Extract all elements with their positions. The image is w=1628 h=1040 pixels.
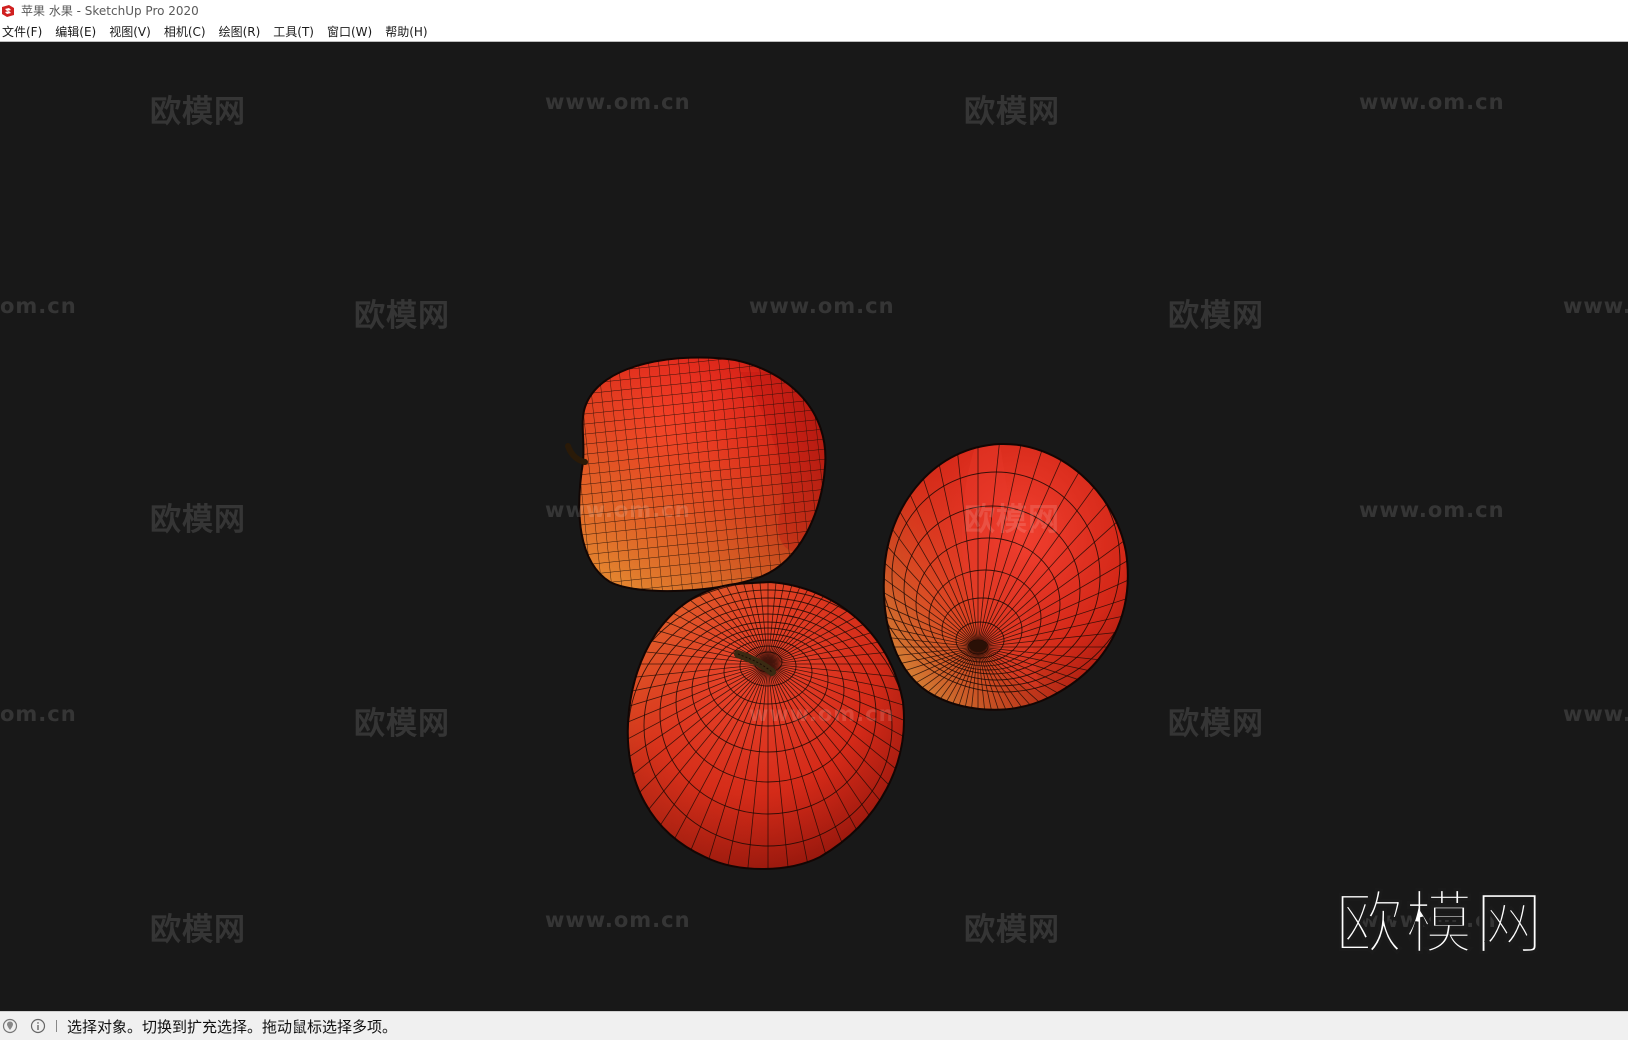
status-text: 选择对象。切换到扩充选择。拖动鼠标选择多项。 <box>67 1017 398 1036</box>
menu-help[interactable]: 帮助(H) <box>383 23 434 40</box>
menu-window[interactable]: 窗口(W) <box>325 23 379 40</box>
info-icon[interactable] <box>30 1018 46 1034</box>
menu-view[interactable]: 视图(V) <box>107 23 158 40</box>
window-title: 苹果 水果 - SketchUp Pro 2020 <box>21 4 199 18</box>
menu-draw[interactable]: 绘图(R) <box>217 23 268 40</box>
status-separator <box>56 1020 57 1032</box>
menu-tools[interactable]: 工具(T) <box>271 23 321 40</box>
status-bar: 选择对象。切换到扩充选择。拖动鼠标选择多项。 <box>0 1011 1628 1040</box>
model-viewport[interactable]: 欧模网 www.om.cn 欧模网 www.om.cn om.cn 欧模网 ww… <box>0 42 1628 1011</box>
menu-camera[interactable]: 相机(C) <box>162 23 213 40</box>
apple-top-left[interactable] <box>547 328 853 616</box>
apple-model-scene[interactable] <box>0 42 1628 1011</box>
title-bar: 苹果 水果 - SketchUp Pro 2020 <box>0 0 1628 21</box>
menu-bar: 文件(F) 编辑(E) 视图(V) 相机(C) 绘图(R) 工具(T) 窗口(W… <box>0 21 1628 42</box>
geo-location-icon[interactable] <box>2 1018 18 1034</box>
brand-logo-watermark: 欧模网 <box>1334 884 1546 964</box>
sketchup-logo-icon <box>2 4 14 17</box>
menu-edit[interactable]: 编辑(E) <box>53 23 103 40</box>
menu-file[interactable]: 文件(F) <box>0 23 49 40</box>
sketchup-window: 苹果 水果 - SketchUp Pro 2020 文件(F) 编辑(E) 视图… <box>0 0 1628 1040</box>
